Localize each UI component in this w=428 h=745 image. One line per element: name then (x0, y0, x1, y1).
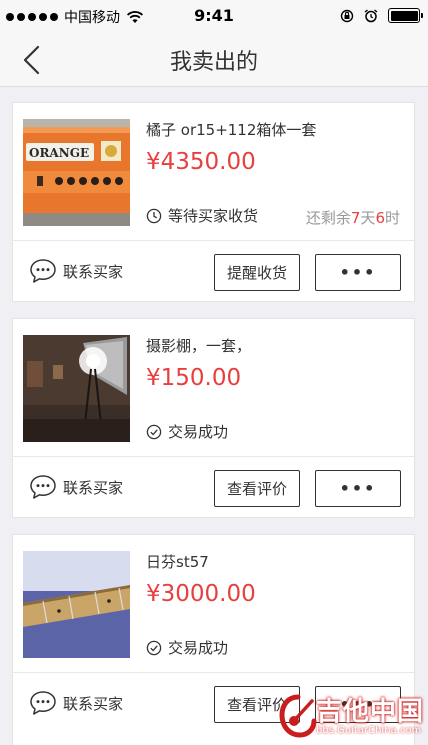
contact-buyer-button[interactable]: 联系买家 (29, 690, 123, 716)
product-title[interactable]: 橘子 or15+112箱体一套 (146, 119, 316, 140)
status-bar: 中国移动 9:41 (0, 0, 428, 33)
chat-bubble-icon (30, 691, 56, 715)
product-thumbnail[interactable] (23, 551, 130, 658)
site-watermark: 吉他中国 bbs.GuitarChina.com (276, 689, 428, 745)
divider (13, 456, 414, 457)
divider (13, 672, 414, 673)
contact-buyer-label: 联系买家 (63, 478, 124, 497)
order-status: 交易成功 (168, 639, 229, 657)
guitar-logo-icon (279, 694, 317, 738)
clock-icon (146, 208, 162, 223)
product-thumbnail[interactable]: ORANGE (23, 119, 130, 226)
battery-icon (388, 8, 423, 23)
chat-bubble-icon (30, 259, 56, 283)
rotation-lock-icon (340, 9, 354, 22)
watermark-text: 吉他中国 (316, 697, 425, 727)
contact-buyer-button[interactable]: 联系买家 (29, 474, 123, 500)
watermark-url: bbs.GuitarChina.com (316, 725, 422, 736)
remind-receipt-button[interactable]: 提醒收货 (214, 254, 300, 291)
contact-buyer-button[interactable]: 联系买家 (29, 258, 123, 284)
order-status: 交易成功 (168, 423, 229, 441)
product-title[interactable]: 日芬st57 (146, 551, 209, 572)
product-price: ¥150.00 (146, 365, 242, 391)
view-review-button[interactable]: 查看评价 (214, 470, 300, 507)
order-card[interactable]: ORANGE 橘子 or15+112箱体一套 ¥4350.00 等待买家收货 还… (12, 102, 415, 302)
contact-buyer-label: 联系买家 (63, 262, 124, 281)
time-remaining: 还剩余7天6时 (305, 209, 400, 227)
product-title[interactable]: 摄影棚，一套， (146, 335, 251, 356)
more-options-button[interactable]: ••• (315, 254, 401, 291)
amp-brand-logo: ORANGE (29, 146, 89, 160)
more-options-button[interactable]: ••• (315, 470, 401, 507)
order-status: 等待买家收货 (168, 207, 259, 225)
chat-bubble-icon (30, 475, 56, 499)
contact-buyer-label: 联系买家 (63, 694, 124, 713)
order-card[interactable]: 摄影棚，一套， ¥150.00 交易成功 联系买家 查看评价 ••• (12, 318, 415, 518)
check-circle-icon (146, 424, 162, 439)
product-price: ¥4350.00 (146, 149, 256, 175)
check-circle-icon (146, 640, 162, 655)
product-price: ¥3000.00 (146, 581, 256, 607)
divider (13, 240, 414, 241)
page-title: 我卖出的 (169, 50, 258, 75)
alarm-icon (364, 8, 378, 22)
product-thumbnail[interactable] (23, 335, 130, 442)
navigation-bar: 我卖出的 (0, 33, 428, 87)
